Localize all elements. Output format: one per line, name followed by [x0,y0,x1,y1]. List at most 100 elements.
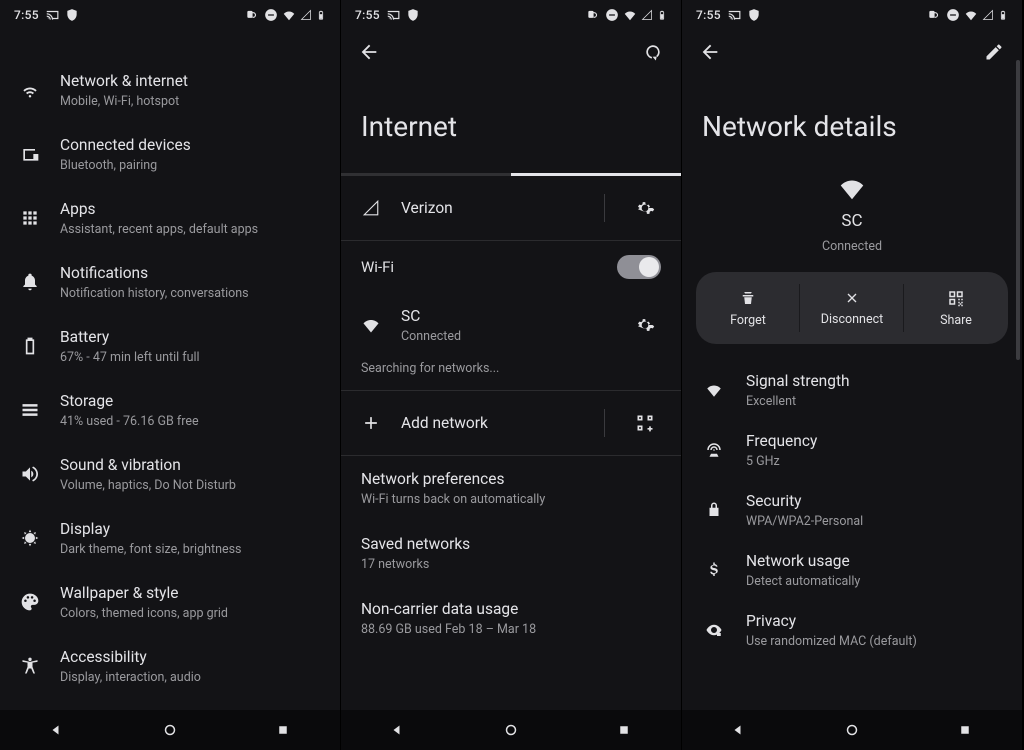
wifi-toggle[interactable] [617,255,661,279]
lock-icon [702,501,726,519]
settings-item-apps[interactable]: Apps Assistant, recent apps, default app… [0,186,340,250]
pref-row[interactable]: Network preferences Wi-Fi turns back on … [341,456,681,521]
settings-item-sub: Dark theme, font size, brightness [60,542,322,557]
wifi-network-row[interactable]: SC Connected [341,293,681,357]
status-time: 7:55 [355,8,380,22]
settings-item-sub: Display, interaction, audio [60,670,322,685]
share-label: Share [940,313,972,328]
nav-bar [341,710,681,750]
pref-sub: 17 networks [361,557,661,572]
detail-row-wifi-full[interactable]: Signal strength Excellent [682,360,1022,420]
settings-item-title: Notifications [60,263,322,283]
settings-item-storage[interactable]: Storage 41% used - 76.16 GB free [0,378,340,442]
forget-button[interactable]: Forget [696,272,800,344]
network-status: Connected [822,239,882,254]
settings-item-devices[interactable]: Connected devices Bluetooth, pairing [0,122,340,186]
add-network-label: Add network [401,413,582,433]
nav-back-icon[interactable] [389,721,407,739]
disconnect-label: Disconnect [821,312,883,327]
nav-back-icon[interactable] [48,721,66,739]
devices-icon [18,144,42,164]
settings-item-bell[interactable]: Notifications Notification history, conv… [0,250,340,314]
plus-icon [359,413,383,433]
signal-icon [359,199,383,217]
edit-button[interactable] [982,40,1006,64]
disconnect-button[interactable]: Disconnect [800,272,904,344]
nav-recent-icon[interactable] [956,721,974,739]
nav-bar [682,710,1022,750]
detail-sub: 5 GHz [746,454,1002,469]
action-bar: Forget Disconnect Share [696,272,1008,344]
battery-icon [998,8,1008,22]
nav-home-icon[interactable] [502,721,520,739]
settings-item-sub: Mobile, Wi-Fi, hotspot [60,94,322,109]
status-bar: 7:55 [682,0,1022,30]
accessibility-icon [18,656,42,676]
shield-icon [65,8,79,22]
page-title: Network details [682,74,1022,173]
status-bar: 7:55 [0,0,340,30]
wifi-full-icon [623,8,637,22]
nav-home-icon[interactable] [843,721,861,739]
settings-item-title: Network & internet [60,71,322,91]
carrier-settings-button[interactable] [627,198,663,218]
nav-recent-icon[interactable] [615,721,633,739]
settings-item-display[interactable]: Display Dark theme, font size, brightnes… [0,506,340,570]
settings-item-sub: Colors, themed icons, app grid [60,606,322,621]
wifi-full-icon [702,381,726,399]
vpn-key-icon [926,8,942,22]
pref-row[interactable]: Non-carrier data usage 88.69 GB used Feb… [341,586,681,651]
detail-sub: Detect automatically [746,574,1002,589]
close-icon [844,290,860,306]
wifi-toggle-row: Wi-Fi [341,241,681,293]
dnd-icon [264,8,278,22]
nav-recent-icon[interactable] [274,721,292,739]
nav-back-icon[interactable] [730,721,748,739]
detail-row-dollar[interactable]: Network usage Detect automatically [682,540,1022,600]
dollar-icon [702,561,726,579]
back-button[interactable] [357,40,381,64]
pref-sub: Wi-Fi turns back on automatically [361,492,661,507]
settings-item-sub: 41% used - 76.16 GB free [60,414,322,429]
wifi-icon [18,80,42,100]
add-network-row[interactable]: Add network [341,391,681,455]
detail-row-freq[interactable]: Frequency 5 GHz [682,420,1022,480]
status-time: 7:55 [14,8,39,22]
settings-item-title: Wallpaper & style [60,583,322,603]
detail-title: Privacy [746,611,1002,631]
settings-item-sound[interactable]: Sound & vibration Volume, haptics, Do No… [0,442,340,506]
settings-item-sub: Bluetooth, pairing [60,158,322,173]
settings-item-palette[interactable]: Wallpaper & style Colors, themed icons, … [0,570,340,634]
page-title: Internet [341,74,681,173]
settings-item-wifi[interactable]: Network & internet Mobile, Wi-Fi, hotspo… [0,58,340,122]
share-button[interactable]: Share [904,272,1008,344]
settings-item-title: Storage [60,391,322,411]
wifi-ssid: SC [401,306,609,326]
carrier-row[interactable]: Verizon [341,176,681,240]
settings-item-battery[interactable]: Battery 67% - 47 min left until full [0,314,340,378]
scrollbar[interactable] [1016,60,1020,440]
reset-button[interactable] [641,40,665,64]
settings-item-accessibility[interactable]: Accessibility Display, interaction, audi… [0,634,340,698]
eye-lock-icon [702,621,726,639]
screen-settings: 7:55 Network & internet Mobile, Wi-Fi, h… [0,0,341,750]
wifi-status: Connected [401,329,609,344]
pref-sub: 88.69 GB used Feb 18 – Mar 18 [361,622,661,637]
wifi-settings-button[interactable] [627,315,663,335]
network-hero: SC Connected [682,173,1022,272]
signal-icon [982,9,994,21]
detail-row-eye-lock[interactable]: Privacy Use randomized MAC (default) [682,600,1022,660]
signal-icon [641,9,653,21]
settings-item-title: Connected devices [60,135,322,155]
back-button[interactable] [698,40,722,64]
nav-home-icon[interactable] [161,721,179,739]
detail-row-lock[interactable]: Security WPA/WPA2-Personal [682,480,1022,540]
qr-icon [947,289,965,307]
battery-icon [316,8,326,22]
pref-row[interactable]: Saved networks 17 networks [341,521,681,586]
cast-icon [727,8,741,22]
freq-icon [702,441,726,459]
searching-text: Searching for networks... [341,357,681,390]
pref-title: Network preferences [361,470,661,488]
scan-qr-button[interactable] [627,413,663,433]
